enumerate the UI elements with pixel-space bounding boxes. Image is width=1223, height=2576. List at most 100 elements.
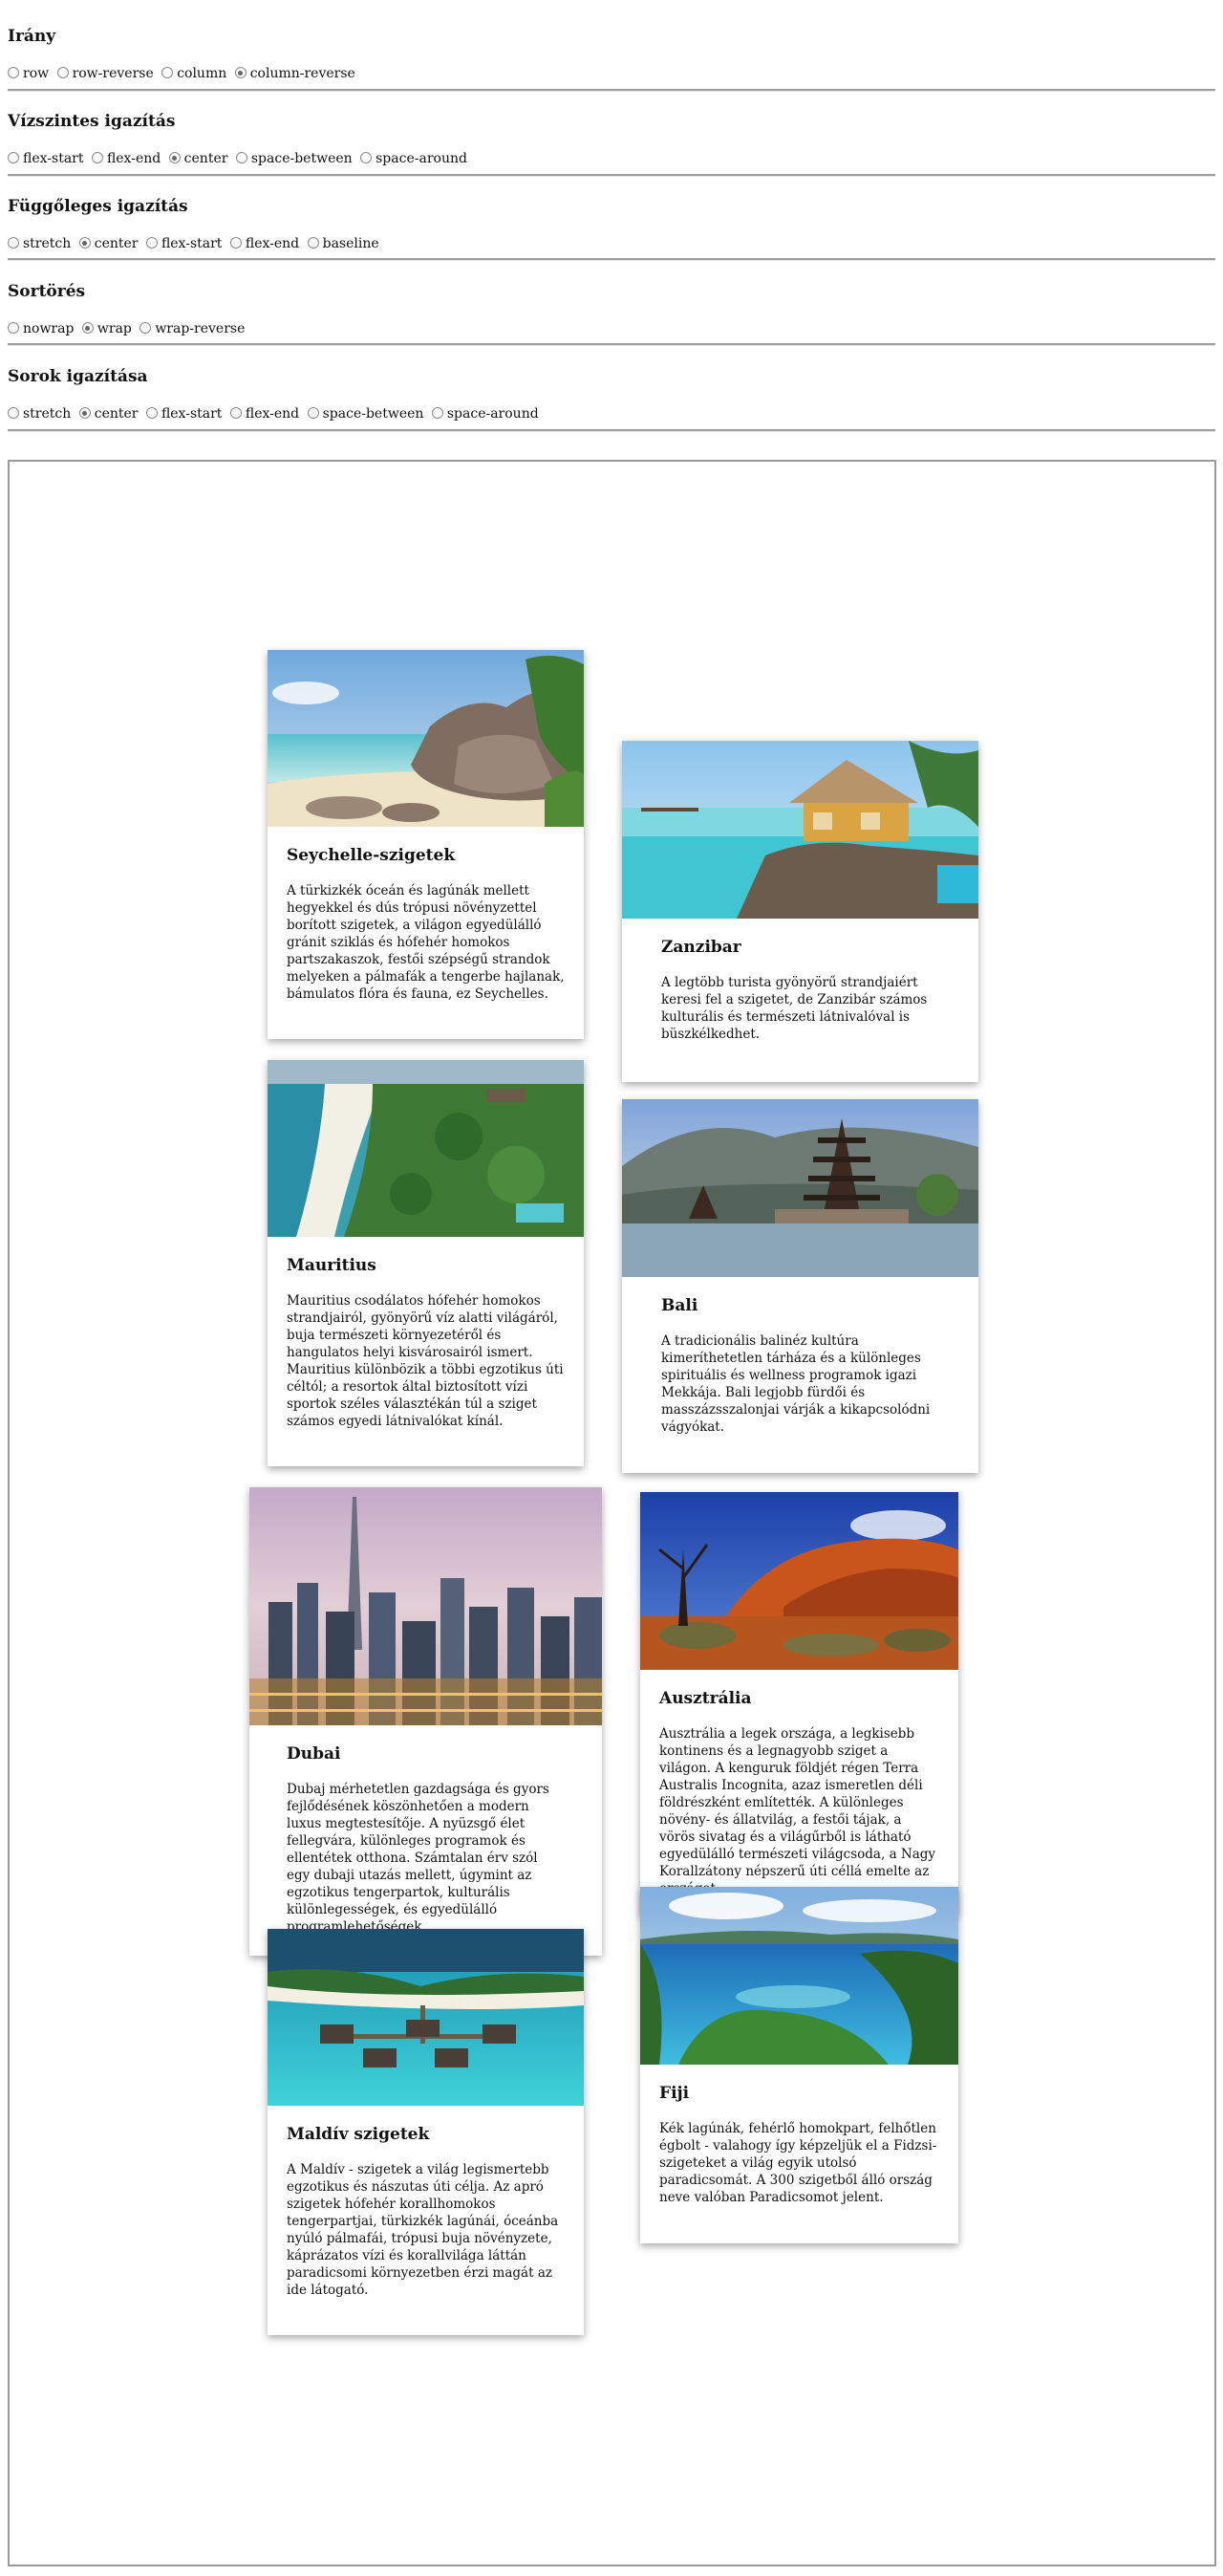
card-title: Fiji [659,2084,690,2103]
radio-stretch[interactable]: stretch [8,236,71,251]
radio-group-direction: row row-reverse column column-reverse [8,66,359,81]
temple-on-lake-image [622,1099,978,1277]
radio-button[interactable] [360,152,373,163]
radio-button[interactable] [145,407,158,419]
card-description: Mauritius csodálatos hófehér homokos str… [287,1293,564,1429]
radio-row[interactable]: row [8,66,49,81]
radio-label: row-reverse [72,66,154,81]
card-title: Dubai [287,1744,341,1764]
divider [8,429,1215,432]
card-description: Kék lagúnák, fehérlő homokpart, felhőtle… [659,2121,937,2205]
radio-column-reverse[interactable]: column-reverse [234,66,355,81]
control-section-justify: Vízszintes igazítás flex-start flex-end … [8,112,1215,177]
radio-label: space-around [446,406,539,422]
control-section-align-content: Sorok igazítása stretch center flex-star… [8,367,1215,432]
control-section-direction: Irány row row-reverse column column-reve… [8,27,1215,92]
thatched-hut-on-rocks-image [622,741,978,919]
radio-label: column [177,66,227,81]
radio-label: center [94,236,139,251]
skyline-at-dusk-image [249,1487,602,1725]
radio-label: wrap [97,321,132,336]
destination-card: Mauritius Mauritius csodálatos hófehér h… [268,1060,584,1466]
radio-label: flex-start [23,151,84,166]
radio-button[interactable] [8,322,19,334]
radio-center[interactable]: center [78,406,139,422]
control-section-wrap: Sortörés nowrap wrap wrap-reverse [8,282,1215,346]
radio-button[interactable] [431,407,443,419]
radio-label: stretch [23,236,72,251]
radio-button[interactable] [229,407,242,419]
radio-button[interactable] [168,152,181,163]
radio-label: flex-end [245,406,300,422]
radio-label: wrap-reverse [155,321,246,336]
divider [8,174,1215,177]
section-title: Sortörés [8,282,86,301]
radio-button[interactable] [8,407,19,419]
card-title: Seychelle-szigetek [287,846,456,865]
radio-button[interactable] [145,237,158,249]
radio-baseline[interactable]: baseline [307,236,379,251]
radio-center[interactable]: center [168,151,227,166]
card-description: A türkizkék óceán és lagúnák mellett heg… [287,883,565,1002]
radio-button[interactable] [8,237,19,249]
radio-label: space-around [375,151,467,166]
radio-label: nowrap [23,321,75,336]
radio-label: baseline [322,236,379,251]
radio-label: space-between [250,151,353,166]
radio-stretch[interactable]: stretch [8,406,71,422]
section-title: Vízszintes igazítás [8,112,176,131]
radio-label: flex-start [161,236,223,251]
destination-card: Zanzibar A legtöbb turista gyönyörű stra… [622,741,978,1082]
radio-space-between[interactable]: space-between [307,406,423,422]
radio-wrap-reverse[interactable]: wrap-reverse [139,321,245,336]
card-description: A tradicionális balinéz kultúra kimeríth… [661,1333,931,1435]
radio-button[interactable] [229,237,242,249]
card-title: Zanzibar [661,938,741,957]
radio-button[interactable] [234,67,247,78]
radio-button[interactable] [139,322,152,334]
radio-column[interactable]: column [161,66,226,81]
radio-flex-end[interactable]: flex-end [229,406,300,422]
overwater-villas-image [268,1929,584,2106]
radio-group-align-content: stretch center flex-start flex-end space… [8,406,543,422]
radio-flex-start[interactable]: flex-start [145,236,223,251]
card-description: Dubaj mérhetetlen gazdagsága és gyors fe… [287,1782,549,1935]
radio-button[interactable] [56,67,69,78]
radio-button[interactable] [235,152,247,163]
section-title: Függőleges igazítás [8,197,188,216]
radio-label: row [23,66,50,81]
card-title: Mauritius [287,1256,376,1275]
radio-flex-start[interactable]: flex-start [145,406,222,422]
radio-button[interactable] [8,152,19,163]
radio-button[interactable] [81,322,94,334]
control-section-align-items: Függőleges igazítás stretch center flex-… [8,197,1215,261]
radio-button[interactable] [91,152,103,163]
radio-button[interactable] [78,407,91,419]
radio-button[interactable] [161,67,174,78]
divider [8,258,1215,261]
radio-button[interactable] [307,407,319,419]
destination-card: Bali A tradicionális balinéz kultúra kim… [622,1099,978,1473]
card-description: A Maldív - szigetek a világ legismertebb… [287,2162,559,2298]
radio-nowrap[interactable]: nowrap [8,321,74,336]
aerial-beach-palms-image [268,1060,584,1237]
radio-button[interactable] [307,237,319,249]
radio-label: flex-end [245,236,300,251]
radio-space-around[interactable]: space-around [431,406,539,422]
radio-flex-start[interactable]: flex-start [8,151,83,166]
radio-flex-end[interactable]: flex-end [229,236,300,251]
radio-flex-end[interactable]: flex-end [91,151,161,166]
radio-group-align-items: stretch center flex-start flex-end basel… [8,236,383,251]
section-title: Irány [8,27,56,46]
card-title: Maldív szigetek [287,2125,430,2144]
radio-button[interactable] [78,237,91,249]
radio-wrap[interactable]: wrap [81,321,132,336]
green-island-bay-image [640,1887,958,2065]
radio-row-reverse[interactable]: row-reverse [56,66,154,81]
radio-label: center [94,406,139,422]
destination-card: Ausztrália Ausztrália a legek országa, a… [640,1492,958,1916]
radio-space-around[interactable]: space-around [360,151,467,166]
radio-button[interactable] [8,67,19,78]
radio-space-between[interactable]: space-between [235,151,353,166]
radio-center[interactable]: center [78,236,139,251]
